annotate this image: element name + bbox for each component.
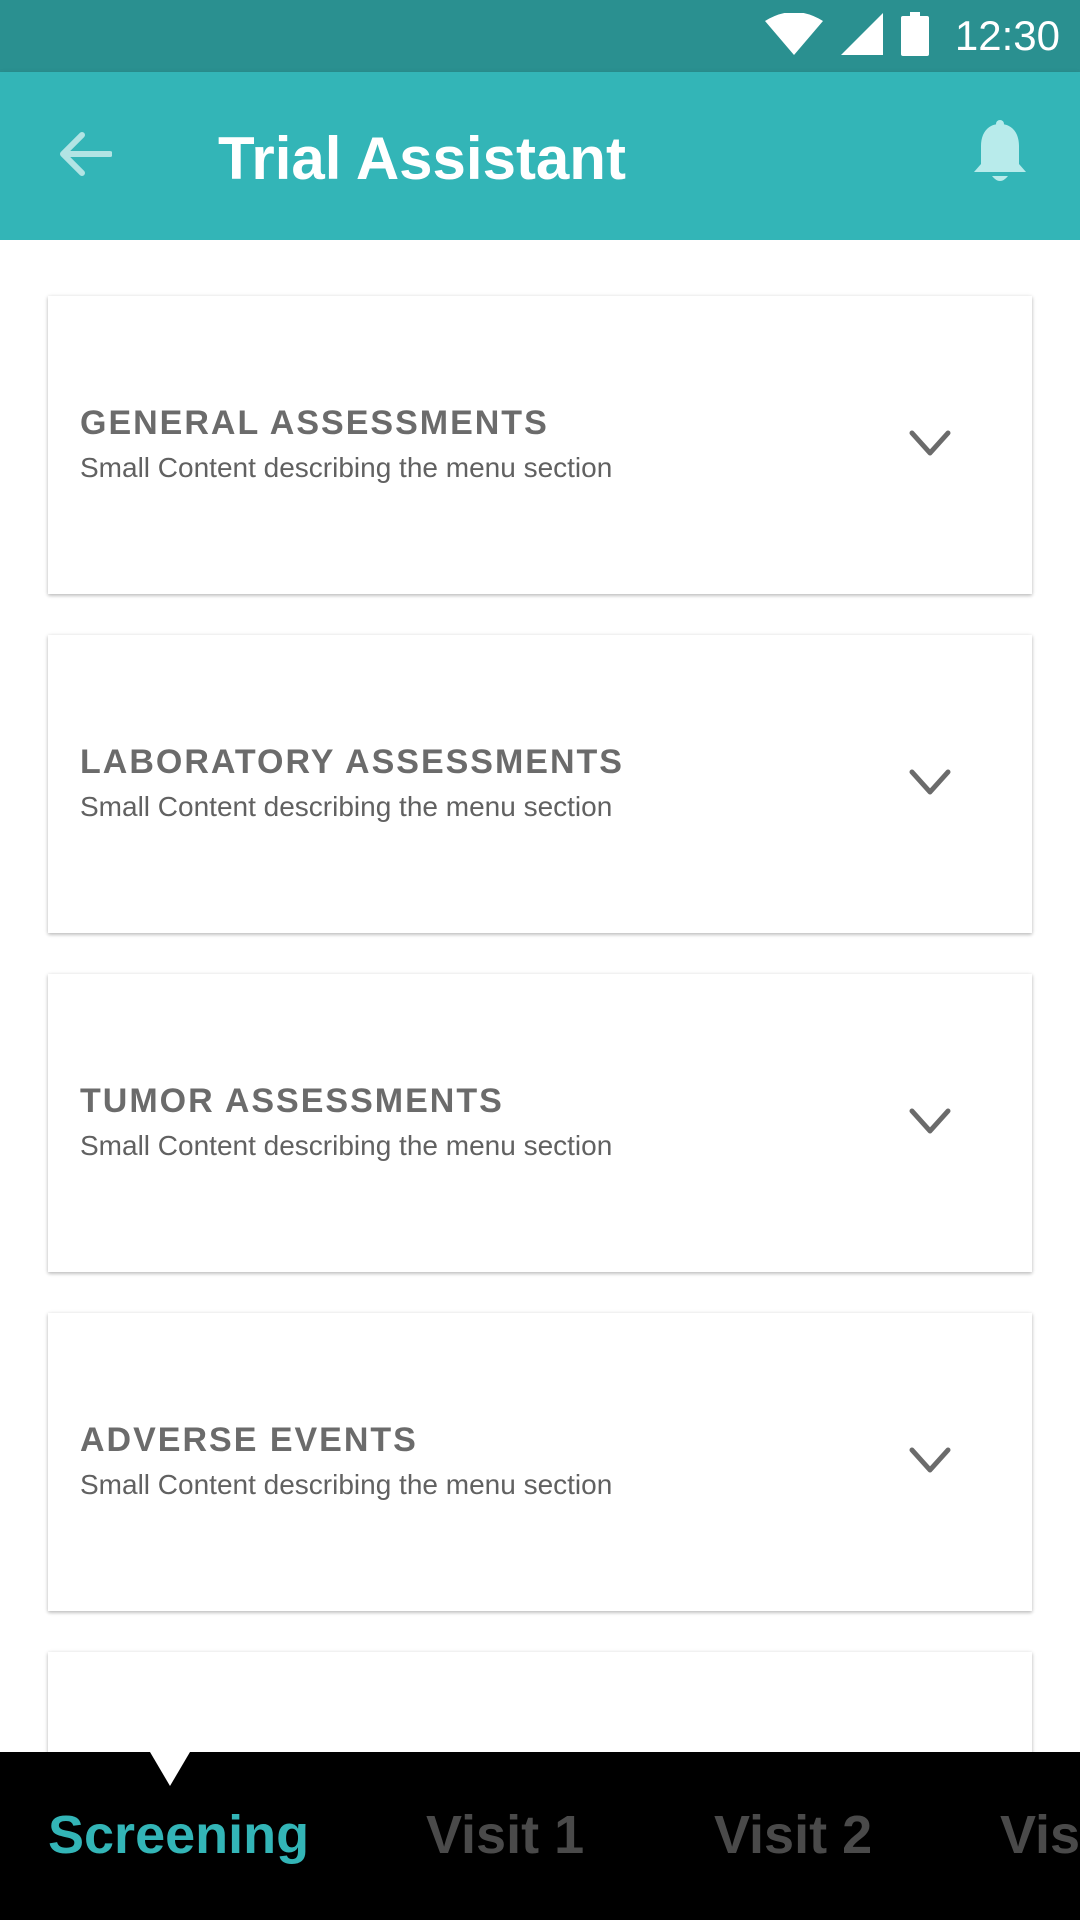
chevron-down-icon[interactable] bbox=[906, 1441, 954, 1481]
app-bar: Trial Assistant bbox=[0, 72, 1080, 240]
notifications-button[interactable] bbox=[968, 118, 1032, 192]
sections-list: GENERAL ASSESSMENTS Small Content descri… bbox=[0, 240, 1080, 1752]
section-title: TUMOR ASSESSMENTS bbox=[80, 1082, 504, 1120]
bell-icon bbox=[972, 119, 1028, 191]
tab-visit-1[interactable]: Visit 1 bbox=[426, 1804, 584, 1866]
tab-visit-partial[interactable]: Vis bbox=[1000, 1804, 1080, 1866]
signal-icon bbox=[840, 12, 883, 60]
section-subtitle: Small Content describing the menu sectio… bbox=[80, 791, 613, 822]
chevron-down-icon[interactable] bbox=[906, 763, 954, 803]
status-icons: 12:30 bbox=[764, 0, 1060, 72]
section-card-tumor-assessments[interactable]: TUMOR ASSESSMENTS Small Content describi… bbox=[48, 974, 1032, 1272]
wifi-icon bbox=[764, 11, 823, 60]
section-subtitle: Small Content describing the menu sectio… bbox=[80, 1469, 613, 1500]
chevron-down-icon[interactable] bbox=[906, 424, 954, 464]
back-button[interactable] bbox=[56, 126, 116, 186]
section-card-general-assessments[interactable]: GENERAL ASSESSMENTS Small Content descri… bbox=[48, 296, 1032, 594]
battery-icon bbox=[900, 11, 929, 61]
tab-screening[interactable]: Screening bbox=[48, 1804, 309, 1866]
app-title: Trial Assistant bbox=[218, 125, 626, 192]
tab-visit-2[interactable]: Visit 2 bbox=[714, 1804, 872, 1866]
arrow-left-icon bbox=[60, 131, 113, 181]
bottom-tab-bar: Screening Visit 1 Visit 2 Vis bbox=[0, 1752, 1080, 1920]
status-time: 12:30 bbox=[954, 12, 1060, 59]
section-card-adverse-events[interactable]: ADVERSE EVENTS Small Content describing … bbox=[48, 1313, 1032, 1611]
section-card-partial[interactable] bbox=[48, 1652, 1032, 1752]
status-bar: 12:30 bbox=[0, 0, 1080, 72]
section-subtitle: Small Content describing the menu sectio… bbox=[80, 452, 613, 483]
active-tab-indicator bbox=[150, 1752, 190, 1786]
section-title: LABORATORY ASSESSMENTS bbox=[80, 743, 624, 781]
section-card-laboratory-assessments[interactable]: LABORATORY ASSESSMENTS Small Content des… bbox=[48, 635, 1032, 933]
chevron-down-icon[interactable] bbox=[906, 1102, 954, 1142]
section-title: GENERAL ASSESSMENTS bbox=[80, 404, 549, 442]
section-title: ADVERSE EVENTS bbox=[80, 1421, 418, 1459]
section-subtitle: Small Content describing the menu sectio… bbox=[80, 1130, 613, 1161]
